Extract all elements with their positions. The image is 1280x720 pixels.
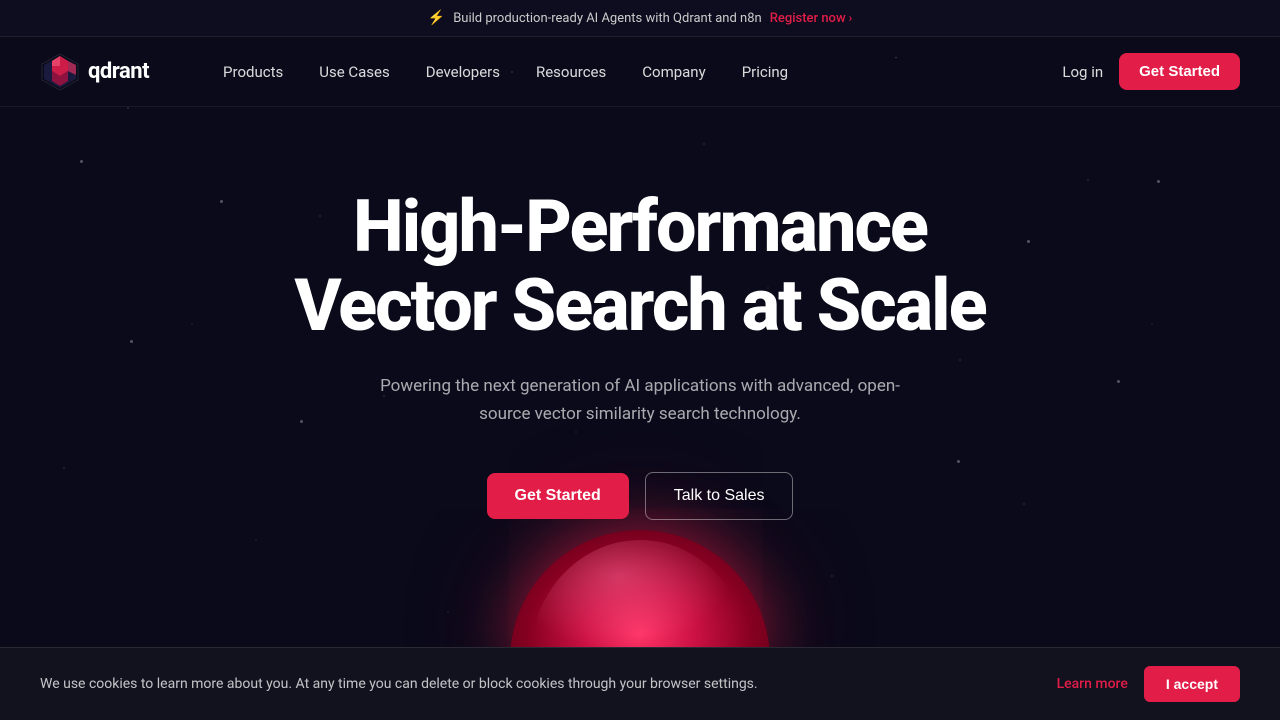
hero-talk-to-sales-button[interactable]: Talk to Sales [645, 472, 794, 520]
cookie-learn-more-link[interactable]: Learn more [1057, 676, 1128, 692]
logo-icon [40, 52, 80, 92]
cookie-banner: We use cookies to learn more about you. … [0, 647, 1280, 720]
nav-item-developers[interactable]: Developers [412, 55, 514, 89]
logo-text: qdrant [88, 59, 149, 84]
announcement-bar: ⚡ Build production-ready AI Agents with … [0, 0, 1280, 37]
lightning-icon: ⚡ [428, 10, 445, 26]
globe-orb [510, 530, 770, 660]
cookie-actions: Learn more I accept [1057, 666, 1240, 702]
arrow-icon: › [849, 11, 853, 25]
nav-links: Products Use Cases Developers Resources … [209, 55, 1062, 89]
announcement-text: Build production-ready AI Agents with Qd… [453, 11, 761, 26]
nav-item-resources[interactable]: Resources [522, 55, 620, 89]
register-link[interactable]: Register now › [770, 11, 853, 26]
cookie-accept-button[interactable]: I accept [1144, 666, 1240, 702]
navbar: qdrant Products Use Cases Developers Res… [0, 37, 1280, 107]
hero-section: High-Performance Vector Search at Scale … [0, 107, 1280, 520]
logo[interactable]: qdrant [40, 52, 149, 92]
hero-subtitle: Powering the next generation of AI appli… [380, 373, 900, 427]
nav-item-use-cases[interactable]: Use Cases [305, 55, 404, 89]
globe-decoration [510, 530, 770, 660]
get-started-nav-button[interactable]: Get Started [1119, 53, 1240, 90]
hero-title: High-Performance Vector Search at Scale [250, 187, 1030, 345]
login-link[interactable]: Log in [1062, 63, 1103, 81]
hero-get-started-button[interactable]: Get Started [487, 473, 629, 519]
nav-actions: Log in Get Started [1062, 53, 1240, 90]
cookie-text: We use cookies to learn more about you. … [40, 676, 1037, 692]
hero-buttons: Get Started Talk to Sales [487, 472, 794, 520]
nav-item-products[interactable]: Products [209, 55, 297, 89]
nav-item-pricing[interactable]: Pricing [728, 55, 802, 89]
nav-item-company[interactable]: Company [628, 55, 719, 89]
